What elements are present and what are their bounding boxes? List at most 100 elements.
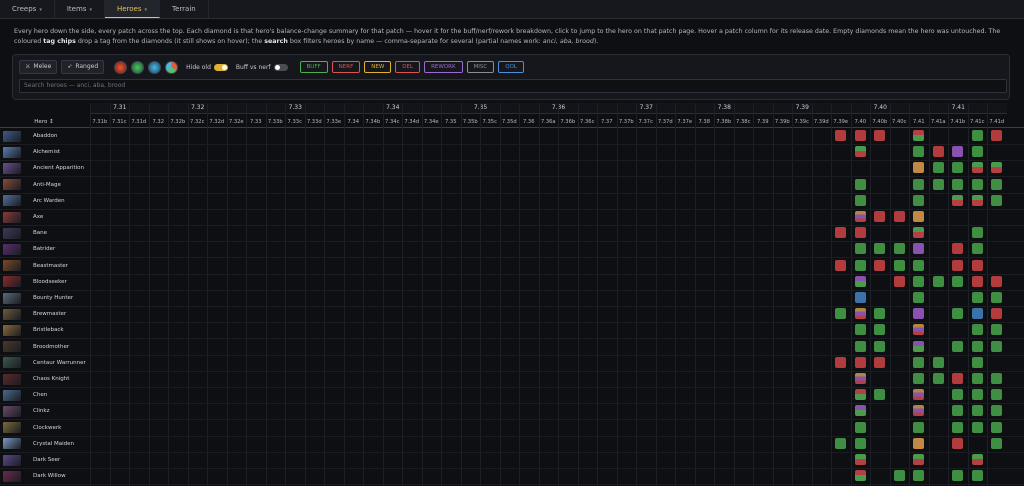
hero-cell[interactable]: Chaos Knight bbox=[0, 371, 88, 387]
change-diamond[interactable] bbox=[991, 324, 1002, 336]
patch-column-header[interactable]: 7.41b bbox=[948, 117, 968, 127]
change-diamond[interactable] bbox=[913, 146, 924, 158]
change-diamond[interactable] bbox=[874, 130, 885, 141]
patch-column-header[interactable]: 7.41a bbox=[929, 117, 949, 127]
patch-column-header[interactable]: 7.32 bbox=[149, 117, 169, 127]
patch-column-header[interactable]: 7.36c bbox=[578, 117, 598, 127]
change-diamond[interactable] bbox=[854, 259, 866, 271]
change-diamond[interactable] bbox=[952, 308, 963, 320]
patch-column-header[interactable]: 7.39b bbox=[773, 117, 793, 127]
change-diamond[interactable] bbox=[952, 259, 963, 271]
change-diamond[interactable] bbox=[854, 340, 866, 352]
melee-button[interactable]: ⚔ Melee bbox=[19, 60, 58, 74]
patch-column-header[interactable]: 7.32c bbox=[188, 117, 208, 127]
intelligence-attribute-icon[interactable] bbox=[148, 60, 162, 74]
change-diamond[interactable] bbox=[913, 405, 924, 417]
patch-column-header[interactable]: 7.39c bbox=[792, 117, 812, 127]
change-diamond[interactable] bbox=[952, 340, 963, 352]
change-diamond[interactable] bbox=[991, 421, 1002, 433]
patch-column-header[interactable]: 7.35d bbox=[500, 117, 520, 127]
change-diamond[interactable] bbox=[874, 243, 885, 255]
change-diamond[interactable] bbox=[971, 373, 983, 384]
change-diamond[interactable] bbox=[991, 194, 1002, 206]
change-diamond[interactable] bbox=[854, 194, 866, 206]
change-diamond[interactable] bbox=[913, 437, 924, 449]
major-patch-header[interactable]: 7.37 bbox=[597, 103, 695, 114]
patch-column-header[interactable]: 7.38 bbox=[695, 117, 715, 127]
hero-cell[interactable]: Bristleback bbox=[0, 322, 88, 338]
change-diamond[interactable] bbox=[932, 373, 944, 384]
change-diamond[interactable] bbox=[913, 389, 924, 401]
change-diamond[interactable] bbox=[971, 405, 983, 417]
change-diamond[interactable] bbox=[952, 405, 963, 417]
change-diamond[interactable] bbox=[932, 178, 944, 190]
change-diamond[interactable] bbox=[874, 324, 885, 336]
change-diamond[interactable] bbox=[991, 373, 1002, 384]
change-diamond[interactable] bbox=[913, 454, 924, 465]
change-diamond[interactable] bbox=[952, 389, 963, 401]
hero-cell[interactable]: Clockwerk bbox=[0, 420, 88, 436]
change-diamond[interactable] bbox=[991, 162, 1002, 174]
change-diamond[interactable] bbox=[893, 243, 905, 255]
patch-column-header[interactable]: 7.40b bbox=[870, 117, 890, 127]
patch-column-header[interactable]: 7.40c bbox=[890, 117, 910, 127]
hide-old-toggle[interactable]: Hide old bbox=[186, 63, 228, 71]
patch-column-header[interactable]: 7.36b bbox=[558, 117, 578, 127]
change-diamond[interactable] bbox=[913, 211, 924, 222]
hero-cell[interactable]: Crystal Maiden bbox=[0, 436, 88, 452]
change-diamond[interactable] bbox=[854, 454, 866, 465]
hero-cell[interactable]: Broodmother bbox=[0, 339, 88, 355]
major-patch-header[interactable]: 7.41 bbox=[909, 103, 1007, 114]
change-diamond[interactable] bbox=[991, 437, 1002, 449]
change-diamond[interactable] bbox=[835, 259, 846, 271]
change-diamond[interactable] bbox=[913, 292, 924, 303]
change-diamond[interactable] bbox=[913, 340, 924, 352]
change-diamond[interactable] bbox=[952, 275, 963, 287]
patch-column-header[interactable]: 7.33c bbox=[285, 117, 305, 127]
change-diamond[interactable] bbox=[835, 356, 846, 368]
patch-column-header[interactable]: 7.35b bbox=[461, 117, 481, 127]
change-diamond[interactable] bbox=[874, 389, 885, 401]
change-diamond[interactable] bbox=[952, 437, 963, 449]
change-diamond[interactable] bbox=[971, 243, 983, 255]
tab-creeps[interactable]: Creeps ▾ bbox=[0, 0, 55, 18]
patch-column-header[interactable]: 7.31b bbox=[90, 117, 110, 127]
change-diamond[interactable] bbox=[952, 421, 963, 433]
tag-chip-rework[interactable]: REWORK bbox=[424, 61, 463, 73]
patch-column-header[interactable]: 7.36 bbox=[519, 117, 539, 127]
hero-cell[interactable]: Anti-Mage bbox=[0, 177, 88, 193]
tab-heroes[interactable]: Heroes ▾ bbox=[104, 0, 160, 18]
change-diamond[interactable] bbox=[874, 308, 885, 320]
change-diamond[interactable] bbox=[971, 178, 983, 190]
hero-cell[interactable]: Ancient Apparition bbox=[0, 160, 88, 176]
change-diamond[interactable] bbox=[913, 259, 924, 271]
change-diamond[interactable] bbox=[913, 373, 924, 384]
change-diamond[interactable] bbox=[854, 227, 866, 239]
change-diamond[interactable] bbox=[854, 211, 866, 222]
change-diamond[interactable] bbox=[991, 130, 1002, 141]
patch-column-header[interactable]: 7.33 bbox=[246, 117, 266, 127]
hero-cell[interactable]: Centaur Warrunner bbox=[0, 355, 88, 371]
change-diamond[interactable] bbox=[971, 162, 983, 174]
major-patch-header[interactable]: 7.31 bbox=[90, 103, 149, 114]
patch-column-header[interactable]: 7.34d bbox=[402, 117, 422, 127]
change-diamond[interactable] bbox=[893, 259, 905, 271]
change-diamond[interactable] bbox=[835, 308, 846, 320]
patch-column-header[interactable]: 7.34e bbox=[422, 117, 442, 127]
change-diamond[interactable] bbox=[991, 178, 1002, 190]
hero-cell[interactable]: Beastmaster bbox=[0, 258, 88, 274]
change-diamond[interactable] bbox=[854, 308, 866, 320]
change-diamond[interactable] bbox=[874, 211, 885, 222]
hero-column-header[interactable]: Hero ↕ bbox=[0, 117, 88, 127]
change-diamond[interactable] bbox=[854, 178, 866, 190]
change-diamond[interactable] bbox=[971, 470, 983, 482]
major-patch-header[interactable]: 7.33 bbox=[246, 103, 344, 114]
change-diamond[interactable] bbox=[971, 421, 983, 433]
major-patch-header[interactable]: 7.39 bbox=[753, 103, 851, 114]
strength-attribute-icon[interactable] bbox=[114, 60, 128, 74]
change-diamond[interactable] bbox=[913, 130, 924, 141]
tab-terrain[interactable]: Terrain bbox=[160, 0, 209, 18]
change-diamond[interactable] bbox=[971, 356, 983, 368]
change-diamond[interactable] bbox=[991, 405, 1002, 417]
patch-column-header[interactable]: 7.31c bbox=[110, 117, 130, 127]
